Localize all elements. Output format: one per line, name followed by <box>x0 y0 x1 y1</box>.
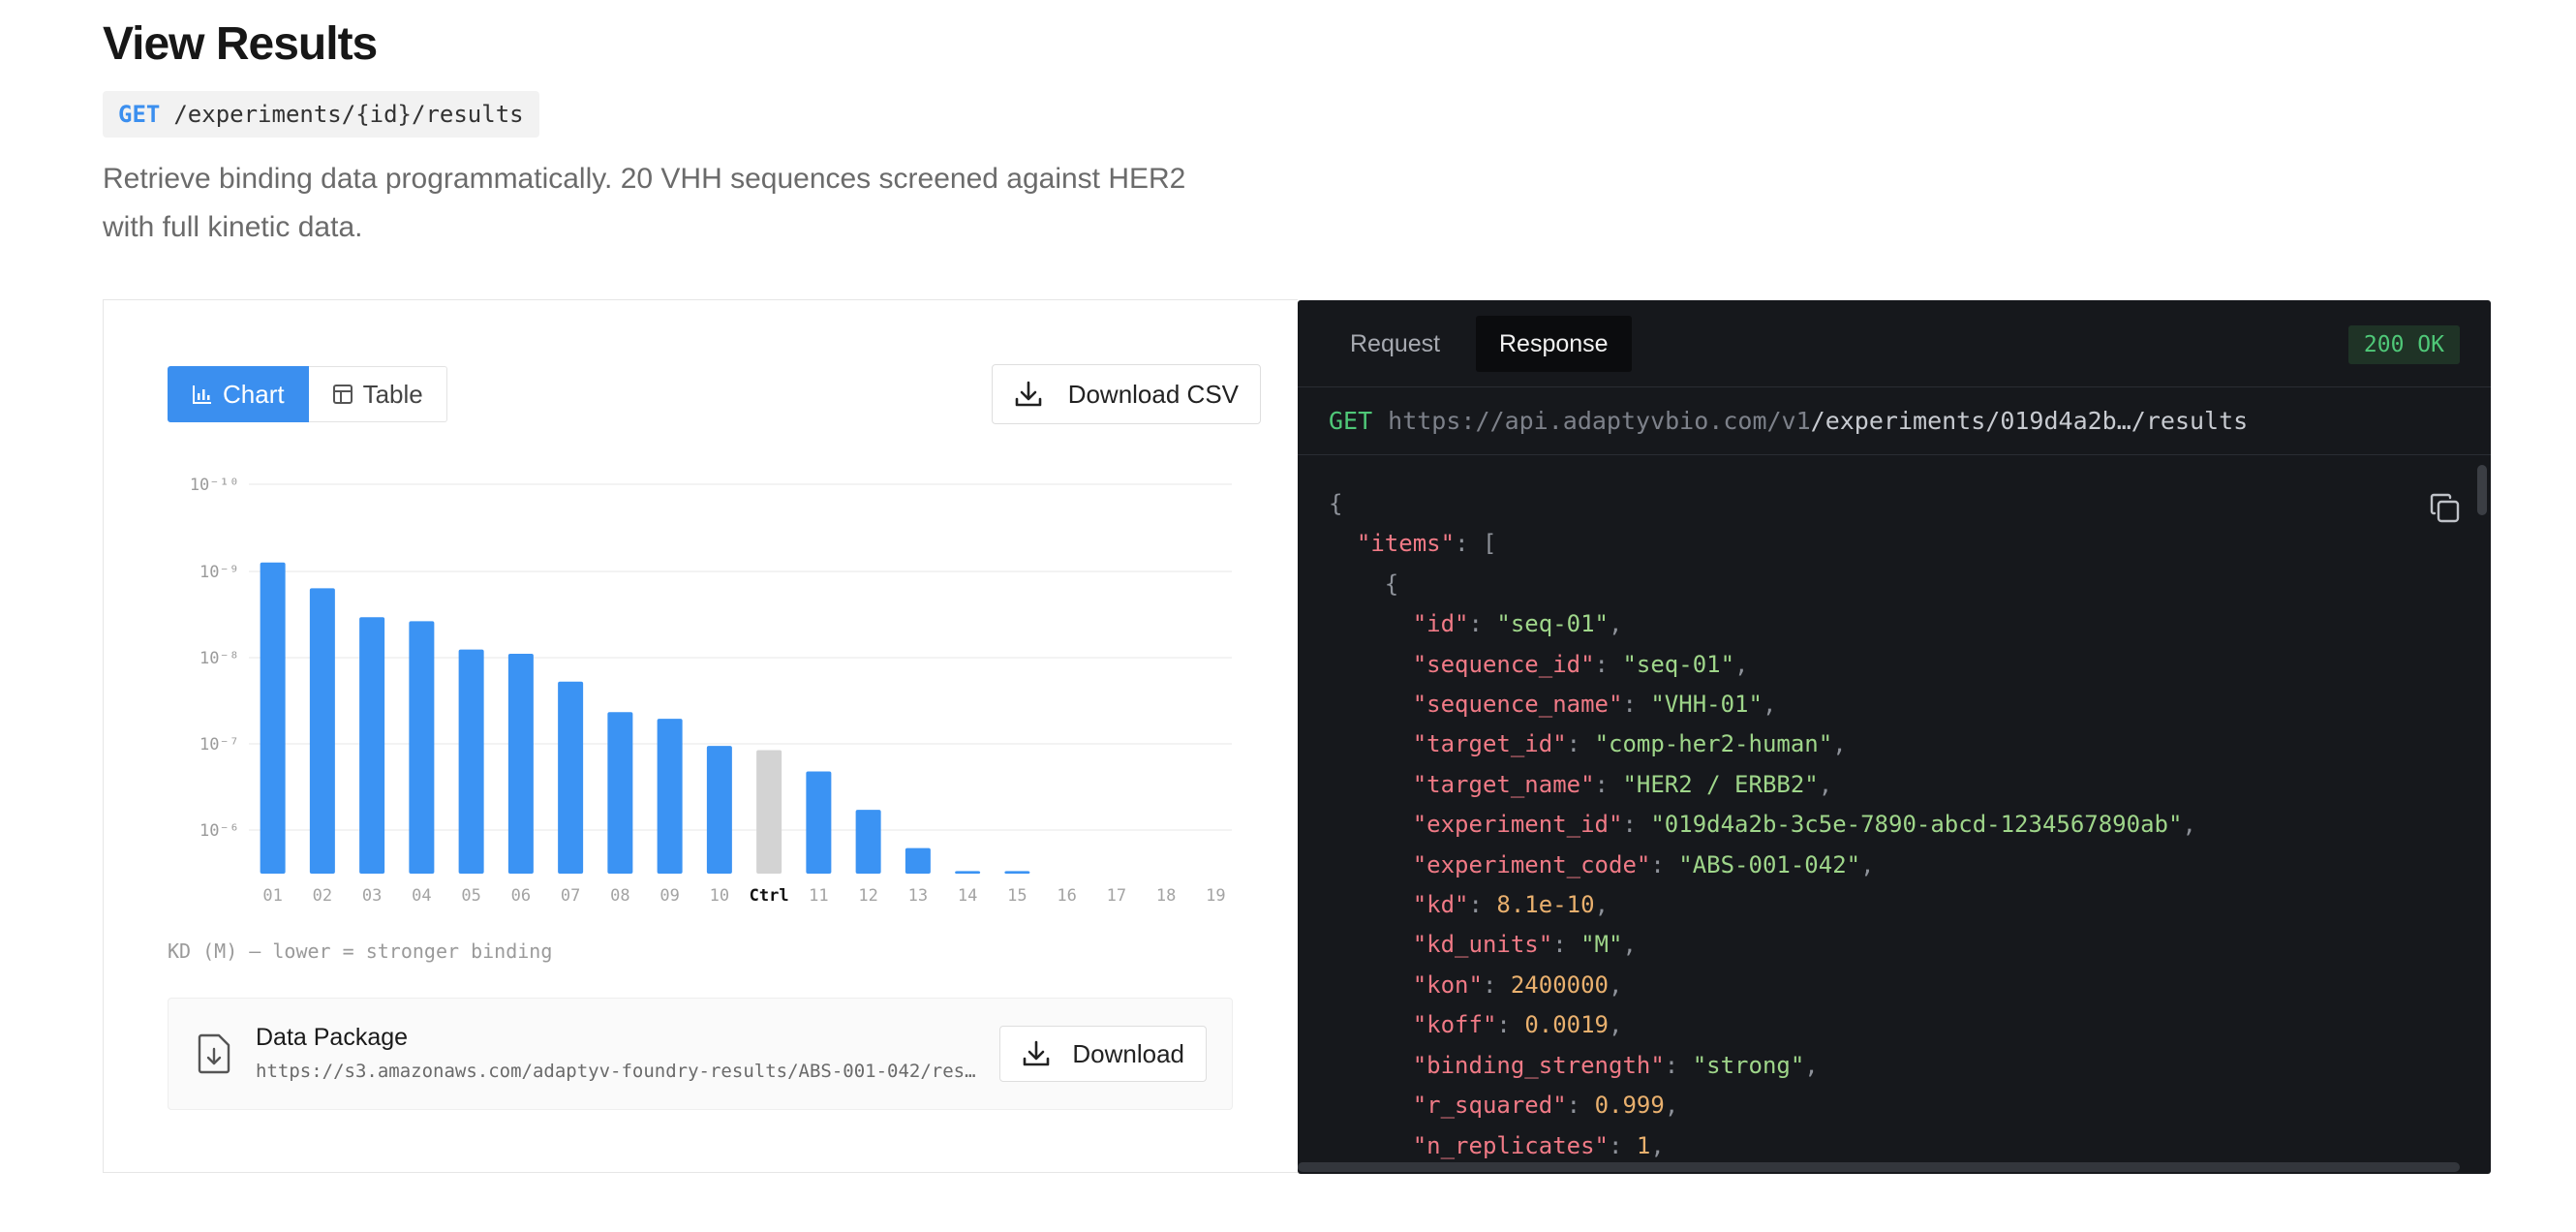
bar-ctrl <box>756 750 782 874</box>
y-tick-label: 10⁻⁹ <box>199 563 239 582</box>
data-package-download-button[interactable]: Download <box>999 1026 1207 1082</box>
view-toggle: Chart Table <box>168 366 447 422</box>
x-tick-label: 02 <box>313 886 332 906</box>
data-package-url[interactable]: https://s3.amazonaws.com/adaptyv-foundry… <box>256 1061 977 1082</box>
page-title: View Results <box>103 18 378 70</box>
table-icon <box>332 385 353 404</box>
x-tick-label: 04 <box>412 886 431 906</box>
request-url-method: GET <box>1329 407 1373 435</box>
x-tick-label: Ctrl <box>750 886 789 906</box>
bar-09 <box>657 719 683 874</box>
data-package-title: Data Package <box>256 1024 409 1051</box>
endpoint-label: GET /experiments/{id}/results <box>103 91 539 138</box>
y-tick-label: 10⁻⁶ <box>199 821 239 841</box>
status-badge: 200 OK <box>2347 325 2460 364</box>
x-tick-label: 13 <box>908 886 928 906</box>
x-tick-label: 17 <box>1107 886 1126 906</box>
request-url: GET https://api.adaptyvbio.com/v1 /exper… <box>1298 387 2491 455</box>
tab-response[interactable]: Response <box>1476 316 1632 372</box>
x-tick-label: 08 <box>610 886 629 906</box>
request-url-base: https://api.adaptyvbio.com/v1 <box>1388 407 1811 435</box>
response-code-block: { "items": [ { "id": "seq-01", "sequence… <box>1298 455 2491 1174</box>
bar-06 <box>507 654 534 874</box>
bar-14 <box>955 871 981 874</box>
download-csv-button[interactable]: Download CSV <box>991 364 1261 424</box>
chart-tab-label: Chart <box>223 379 285 409</box>
response-json: { "items": [ { "id": "seq-01", "sequence… <box>1329 490 2196 1159</box>
bar-11 <box>806 771 832 874</box>
bar-03 <box>359 617 385 874</box>
download-icon <box>1015 381 1041 407</box>
x-tick-label: 10 <box>710 886 729 906</box>
bar-10 <box>706 746 732 874</box>
table-tab-button[interactable]: Table <box>308 366 447 422</box>
x-tick-label: 06 <box>511 886 531 906</box>
table-tab-label: Table <box>362 379 423 409</box>
tab-request[interactable]: Request <box>1327 316 1463 372</box>
bar-chart-icon <box>193 385 211 404</box>
y-tick-label: 10⁻⁸ <box>199 649 239 668</box>
bar-12 <box>855 810 881 874</box>
bar-13 <box>905 847 931 874</box>
chart-tab-button[interactable]: Chart <box>168 366 309 422</box>
results-panel: Chart Table Download CSV 10⁻¹⁰ 10⁻⁹ 10⁻⁸ 10… <box>103 299 1298 1173</box>
x-tick-label: 14 <box>958 886 977 906</box>
x-tick-label: 18 <box>1156 886 1176 906</box>
kd-bar-chart: 10⁻¹⁰ 10⁻⁹ 10⁻⁸ 10⁻⁷ 10⁻⁶ 01 02 03 04 05 06 07 08 09 1… <box>190 476 1232 906</box>
x-tick-label: 09 <box>659 886 679 906</box>
file-download-icon <box>198 1033 230 1074</box>
download-csv-label: Download CSV <box>1067 379 1239 409</box>
x-tick-label: 01 <box>262 886 282 906</box>
bar-08 <box>607 712 633 874</box>
bar-04 <box>409 621 435 874</box>
x-tick-label: 15 <box>1007 886 1027 906</box>
page-description: Retrieve binding data programmatically. … <box>103 163 1186 243</box>
y-tick-label: 10⁻⁷ <box>199 735 239 755</box>
data-package-download-label: Download <box>1072 1038 1184 1068</box>
x-tick-label: 05 <box>461 886 480 906</box>
horizontal-scrollbar[interactable] <box>1298 1162 2460 1172</box>
response-tabs: Request Response 200 OK <box>1298 300 2491 387</box>
endpoint-method: GET <box>118 101 161 128</box>
endpoint-path: /experiments/{id}/results <box>173 101 524 128</box>
chart-caption: KD (M) — lower = stronger binding <box>168 939 553 963</box>
api-response-panel: Request Response 200 OK GET https://api.… <box>1298 300 2491 1174</box>
x-tick-label: 19 <box>1206 886 1225 906</box>
bar-15 <box>1004 871 1030 874</box>
bar-02 <box>309 588 335 874</box>
y-tick-label: 10⁻¹⁰ <box>190 476 239 495</box>
request-url-path: /experiments/019d4a2b…/results <box>1810 407 2249 435</box>
download-icon <box>1024 1040 1050 1066</box>
bar-07 <box>558 681 584 874</box>
x-tick-label: 03 <box>362 886 382 906</box>
x-tick-label: 16 <box>1057 886 1076 906</box>
bar-01 <box>260 562 286 874</box>
x-tick-label: 11 <box>809 886 828 906</box>
copy-icon[interactable] <box>2429 492 2462 525</box>
bar-05 <box>458 649 484 874</box>
data-package-card: Data Package https://s3.amazonaws.com/ad… <box>168 998 1233 1110</box>
x-tick-label: 12 <box>858 886 877 906</box>
x-tick-label: 07 <box>561 886 580 906</box>
vertical-scrollbar[interactable] <box>2477 465 2487 515</box>
